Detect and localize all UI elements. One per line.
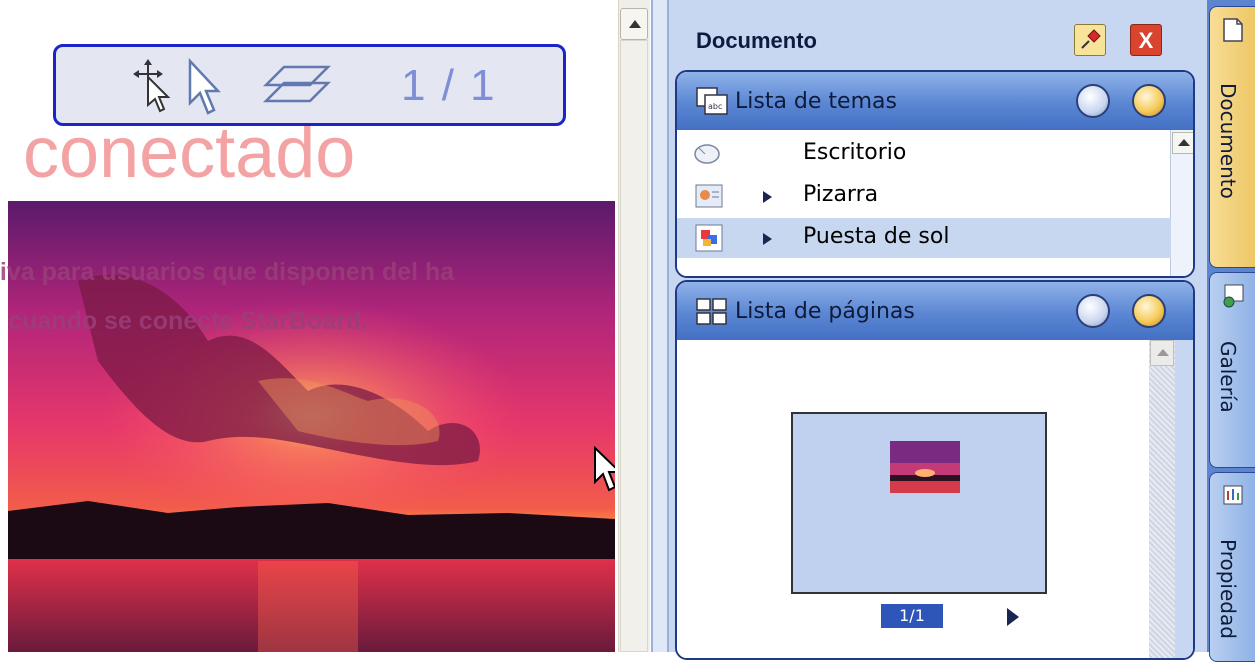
layer-icon[interactable]: [262, 63, 332, 107]
page-list-icon: [696, 298, 727, 325]
up-arrow-icon: [1178, 139, 1190, 146]
page-list-title: Lista de páginas: [735, 299, 915, 324]
desktop-mouse-icon: [694, 144, 720, 164]
page-indicator: 1 / 1: [401, 61, 497, 110]
expand-arrow-icon[interactable]: [763, 233, 772, 245]
sunset-theme-icon: [695, 224, 723, 252]
tab-label: Galería: [1216, 341, 1240, 413]
pin-button[interactable]: [1074, 24, 1106, 56]
scroll-up-button[interactable]: [620, 8, 648, 40]
page-list-header: Lista de páginas: [677, 282, 1193, 340]
next-page-arrow-icon[interactable]: [1007, 608, 1019, 626]
collapse-toggle-button[interactable]: [1132, 84, 1166, 118]
theme-list: Escritorio Pizarra Puesta de sol: [677, 130, 1171, 276]
theme-list-scrollbar[interactable]: [1171, 130, 1193, 276]
select-pointer-icon[interactable]: [184, 57, 222, 117]
theme-list-icon: abc: [696, 87, 728, 115]
side-tab-bar: Documento Galería Propiedad: [1207, 0, 1255, 662]
pin-icon: [1081, 29, 1101, 49]
list-item[interactable]: Escritorio: [677, 134, 1171, 174]
document-panel: Documento X abc Lista de temas Escritori…: [669, 0, 1207, 660]
thumbnail-image: [890, 441, 960, 493]
tab-galeria[interactable]: Galería: [1209, 272, 1255, 468]
canvas-vertical-scrollbar[interactable]: [618, 0, 650, 652]
tab-label: Propiedad: [1216, 539, 1240, 639]
overlay-text-line: n cuando se conecte StarBoard.: [0, 307, 369, 335]
scroll-up-button[interactable]: [1150, 340, 1174, 366]
expand-arrow-icon[interactable]: [763, 191, 772, 203]
floating-toolbar: 1 / 1: [53, 44, 566, 126]
up-arrow-icon: [629, 20, 641, 28]
expand-horizontal-button[interactable]: [1076, 294, 1110, 328]
scroll-thumb[interactable]: [620, 40, 648, 652]
theme-list-section: abc Lista de temas Escritorio Pizarra Pu…: [675, 70, 1195, 278]
panel-title: Documento: [696, 28, 817, 53]
whiteboard-icon: [695, 184, 723, 208]
scroll-up-button[interactable]: [1172, 132, 1193, 154]
expand-horizontal-button[interactable]: [1076, 84, 1110, 118]
close-button[interactable]: X: [1130, 24, 1162, 56]
collapse-toggle-button[interactable]: [1132, 294, 1166, 328]
up-arrow-icon: [1157, 349, 1169, 356]
tab-propiedad[interactable]: Propiedad: [1209, 472, 1255, 662]
panel-header: Documento X: [669, 10, 1207, 70]
page-number-badge: 1/1: [881, 604, 943, 628]
list-item-label: Puesta de sol: [803, 224, 950, 249]
theme-list-header: abc Lista de temas: [677, 72, 1193, 130]
list-item[interactable]: Puesta de sol: [677, 218, 1171, 258]
mouse-cursor-icon: [594, 446, 615, 492]
move-icon[interactable]: [130, 57, 172, 115]
panel-edge: [1175, 340, 1193, 658]
svg-text:abc: abc: [708, 102, 722, 111]
tab-documento[interactable]: Documento: [1209, 6, 1255, 268]
overlay-text-line: siva para usuarios que disponen del ha: [0, 258, 455, 286]
properties-icon: [1223, 485, 1243, 505]
tab-label: Documento: [1216, 83, 1240, 199]
panel-splitter[interactable]: [651, 0, 669, 652]
whiteboard-canvas[interactable]: n conectado siva para usuarios que dispo…: [0, 0, 615, 652]
page-list-section: Lista de páginas 1/1: [675, 280, 1195, 660]
gallery-icon: [1223, 284, 1244, 308]
list-item-label: Escritorio: [803, 140, 907, 165]
page-list: 1/1: [677, 340, 1193, 658]
list-item[interactable]: Pizarra: [677, 176, 1171, 216]
document-icon: [1223, 18, 1243, 42]
list-item-label: Pizarra: [803, 182, 879, 207]
theme-list-title: Lista de temas: [735, 89, 897, 114]
page-thumbnail[interactable]: [791, 412, 1047, 594]
page-list-scrollbar[interactable]: [1149, 340, 1175, 658]
